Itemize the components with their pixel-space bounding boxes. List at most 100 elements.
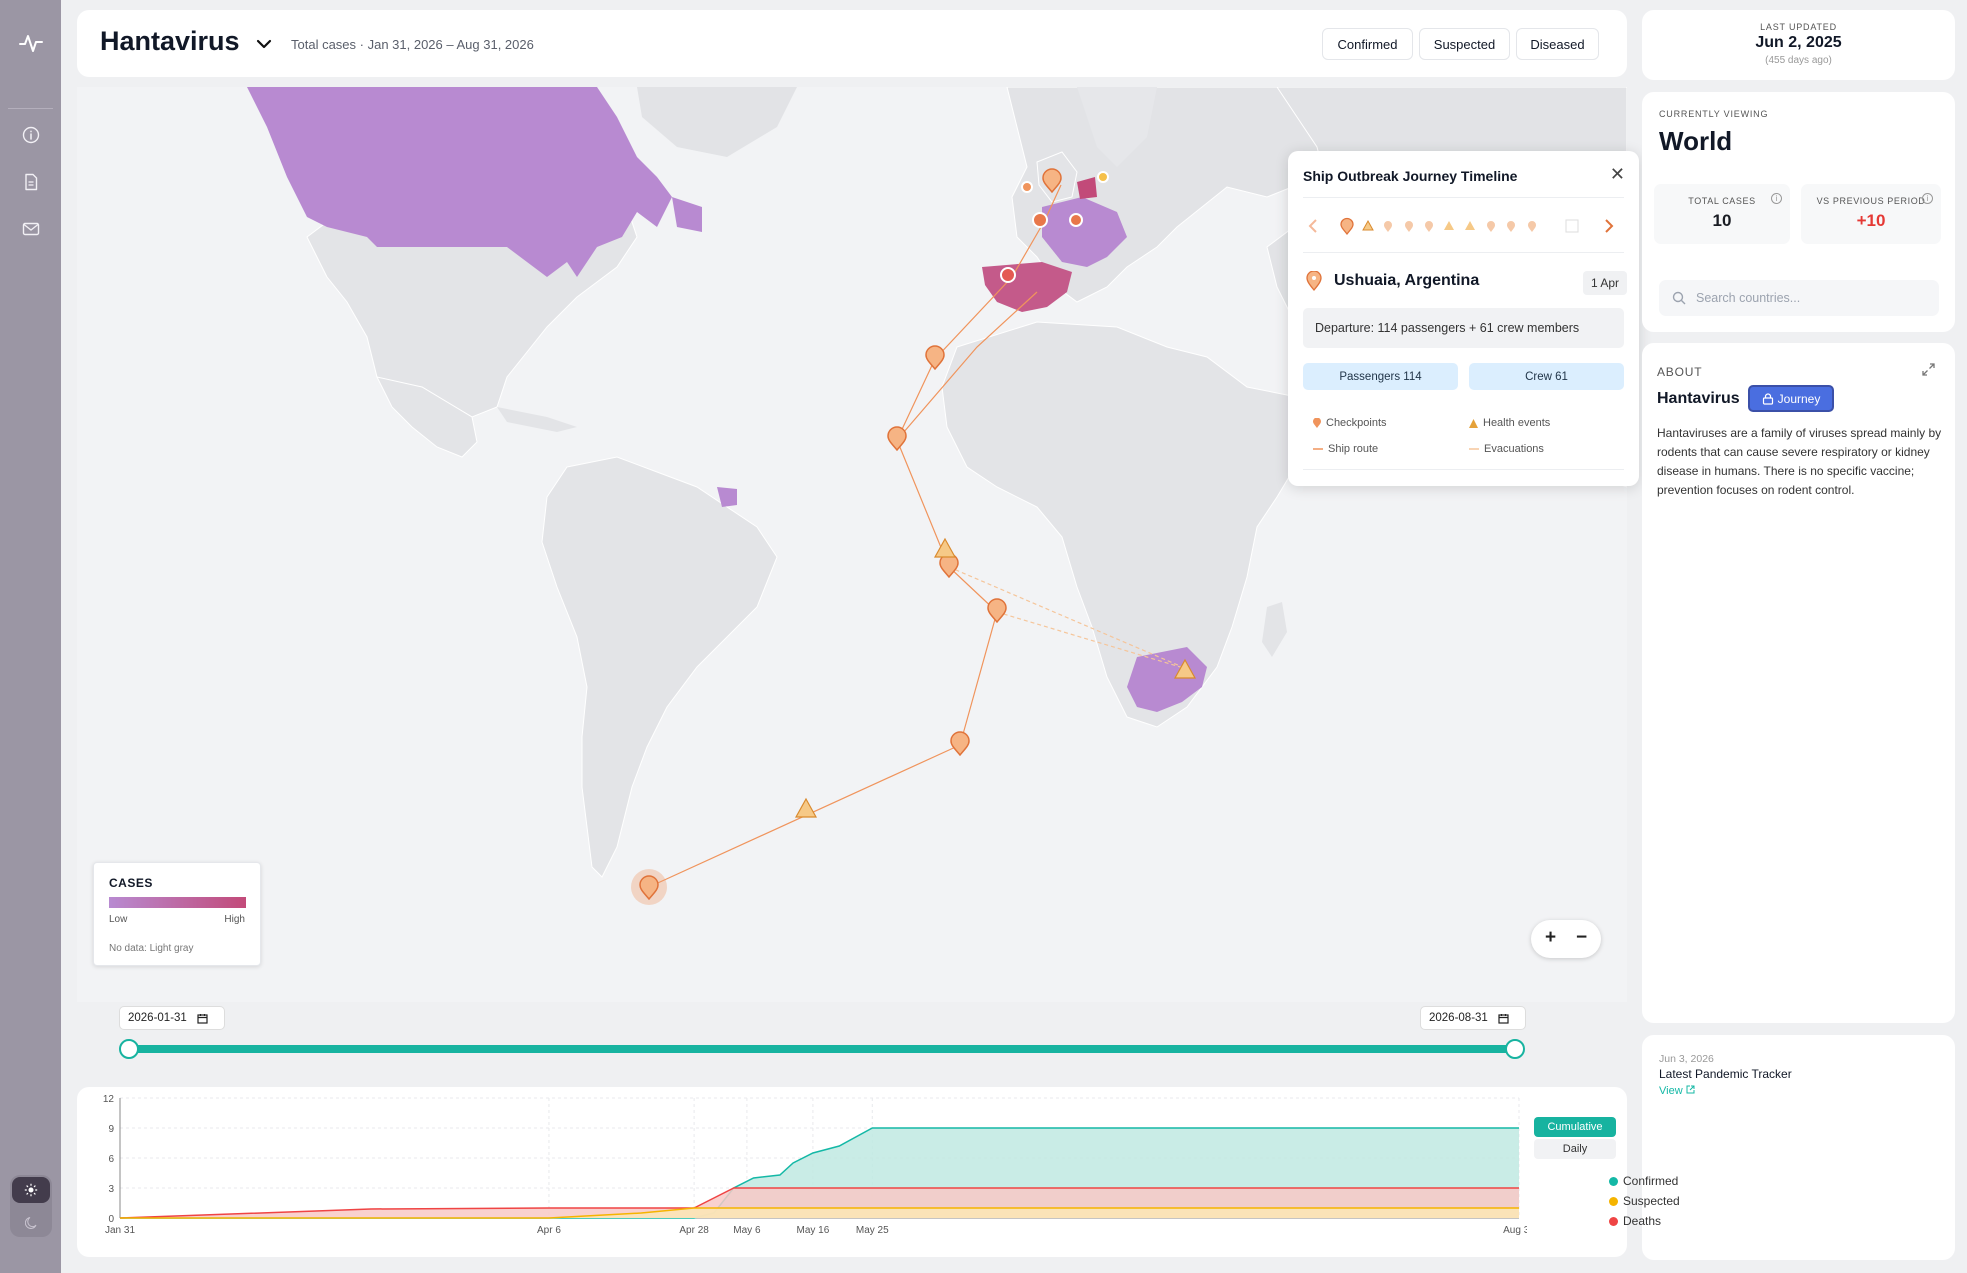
end-date-input[interactable]: 2026-08-31 (1420, 1006, 1526, 1030)
expand-icon[interactable] (1922, 363, 1935, 376)
legend-no-data-note: No data: Light gray (109, 943, 194, 954)
total-cases-label: TOTAL CASES (1688, 196, 1756, 206)
country-search-input[interactable]: Search countries... (1659, 280, 1939, 316)
mail-icon[interactable] (18, 216, 44, 242)
evacuation-line-icon (1469, 448, 1479, 450)
location-name: Ushuaia, Argentina (1334, 272, 1480, 289)
dark-mode-moon-icon[interactable] (12, 1209, 50, 1235)
popup-divider (1303, 252, 1624, 253)
calendar-icon (197, 1013, 208, 1024)
header-bar: Hantavirus Total cases · Jan 31, 2026 – … (77, 10, 1627, 77)
cumulative-toggle[interactable]: Cumulative (1534, 1117, 1616, 1137)
about-disease-name: Hantavirus (1657, 390, 1740, 407)
disease-title: Hantavirus (100, 26, 240, 56)
warning-icon (1469, 418, 1478, 428)
madagascar-shape (1262, 602, 1287, 657)
south-america-shape[interactable] (541, 456, 778, 878)
timeline-step-icons[interactable] (1340, 217, 1579, 236)
range-start-handle[interactable] (119, 1039, 139, 1059)
info-icon[interactable]: i (1922, 193, 1933, 204)
legend-checkpoints: Checkpoints (1313, 417, 1387, 429)
spain-shape[interactable] (982, 262, 1072, 312)
prev-chevron-icon[interactable] (1308, 219, 1317, 233)
y-tick-label: 6 (108, 1154, 114, 1165)
latest-tracker-card: Jun 3, 2026 Latest Pandemic Tracker View (1642, 1035, 1955, 1260)
legend-suspected: Suspected (1609, 1194, 1680, 1208)
legend-low-label: Low (109, 914, 128, 925)
info-icon[interactable] (18, 122, 44, 148)
pulse-logo-icon[interactable] (18, 30, 44, 56)
view-link[interactable]: View (1659, 1085, 1695, 1097)
chevron-down-icon[interactable] (252, 32, 276, 56)
x-tick-label: May 16 (797, 1225, 830, 1236)
vs-previous-label: VS PREVIOUS PERIOD (1816, 196, 1926, 206)
date-range-subtitle: Total cases · Jan 31, 2026 – Aug 31, 202… (291, 37, 534, 52)
search-icon (1672, 291, 1686, 305)
total-cases-stat: TOTAL CASES i 10 (1654, 184, 1790, 244)
x-tick-label: Apr 28 (679, 1225, 709, 1236)
calendar-icon (1498, 1013, 1509, 1024)
x-tick-label: May 25 (856, 1225, 889, 1236)
about-description: Hantaviruses are a family of viruses spr… (1657, 426, 1942, 497)
cases-timeline-chart: 0 3 6 9 12 Jan 31 Apr 6 Apr 28 May 6 May 16 May 25… (77, 1087, 1680, 1257)
legend-confirmed: Confirmed (1609, 1174, 1678, 1188)
greenland-shape (637, 87, 797, 157)
crew-badge: Crew 61 (1469, 363, 1624, 390)
legend-ship-route: Ship route (1313, 443, 1378, 455)
about-label: ABOUT (1657, 365, 1703, 379)
vs-previous-stat: VS PREVIOUS PERIOD i +10 (1801, 184, 1941, 244)
africa-shape[interactable] (941, 321, 1308, 728)
last-updated-date: Jun 2, 2025 (1755, 34, 1842, 51)
light-mode-sun-icon[interactable] (12, 1177, 50, 1203)
caribbean-shape (497, 407, 577, 432)
x-tick-label: Apr 6 (537, 1225, 561, 1236)
x-tick-label: Aug 31 (1503, 1225, 1527, 1236)
search-placeholder: Search countries... (1696, 291, 1801, 305)
close-icon[interactable]: ✕ (1610, 164, 1625, 185)
currently-viewing-label: CURRENTLY VIEWING (1659, 109, 1769, 119)
about-card: ABOUT Hantavirus Journey Hantaviruses ar… (1642, 343, 1955, 1023)
y-tick-label: 3 (108, 1184, 114, 1195)
checkpoint-icon (1313, 418, 1321, 428)
last-updated-label: LAST UPDATED (1760, 22, 1837, 32)
range-end-handle[interactable] (1505, 1039, 1525, 1059)
legend-evacuations: Evacuations (1469, 443, 1544, 455)
filter-confirmed-button[interactable]: Confirmed (1322, 28, 1413, 60)
lock-icon (1762, 392, 1773, 405)
vs-previous-value: +10 (1856, 211, 1886, 230)
last-updated-card: LAST UPDATED Jun 2, 2025 (455 days ago) (1642, 10, 1955, 80)
timeline-stepper[interactable] (1303, 211, 1624, 241)
daily-toggle[interactable]: Daily (1534, 1139, 1616, 1159)
left-nav-rail (0, 0, 61, 1273)
journey-button[interactable]: Journey (1748, 385, 1834, 412)
x-tick-label: Jan 31 (105, 1225, 135, 1236)
zoom-controls: + − (1531, 920, 1601, 958)
canada-east-shape (672, 197, 702, 232)
info-icon[interactable]: i (1771, 193, 1782, 204)
zoom-in-button[interactable]: + (1545, 927, 1556, 949)
south-africa-shape[interactable] (1127, 647, 1207, 712)
theme-toggle[interactable] (10, 1175, 52, 1237)
document-icon[interactable] (18, 169, 44, 195)
zoom-out-button[interactable]: − (1576, 927, 1587, 949)
legend-health-events: Health events (1469, 417, 1550, 429)
departure-info: Departure: 114 passengers + 61 crew memb… (1303, 308, 1624, 348)
date-range-slider-track[interactable] (127, 1045, 1517, 1053)
popup-divider (1303, 197, 1624, 198)
latest-title: Latest Pandemic Tracker (1659, 1067, 1792, 1081)
legend-gradient (109, 897, 246, 908)
start-date-input[interactable]: 2026-01-31 (119, 1006, 225, 1030)
journey-timeline-popup: Ship Outbreak Journey Timeline ✕ Ushuaia… (1288, 151, 1639, 486)
filter-diseased-button[interactable]: Diseased (1516, 28, 1599, 60)
total-cases-value: 10 (1712, 211, 1732, 230)
next-chevron-icon[interactable] (1605, 219, 1614, 233)
x-tick-label: May 6 (733, 1225, 761, 1236)
timeline-plot: 0 3 6 9 12 Jan 31 Apr 6 Apr 28 May 6 May 16 May 25… (103, 1094, 1527, 1236)
passengers-badge: Passengers 114 (1303, 363, 1458, 390)
filter-suspected-button[interactable]: Suspected (1419, 28, 1510, 60)
popup-divider (1303, 469, 1624, 470)
y-tick-label: 12 (103, 1094, 115, 1105)
legend-deaths: Deaths (1609, 1214, 1661, 1228)
currently-viewing-card: CURRENTLY VIEWING World TOTAL CASES i 10… (1642, 92, 1955, 332)
region-name: World (1659, 126, 1733, 156)
